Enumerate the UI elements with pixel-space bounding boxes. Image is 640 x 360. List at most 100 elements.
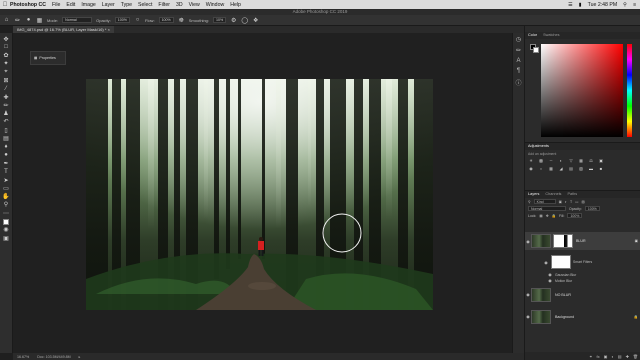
link-layers-icon[interactable]: ⚭ — [589, 354, 592, 359]
document-image[interactable] — [86, 79, 433, 310]
close-icon[interactable]: × — [108, 27, 110, 32]
app-menu[interactable]: Photoshop CC — [10, 2, 46, 8]
color-picker-field[interactable] — [541, 44, 623, 137]
levels-icon[interactable]: ▩ — [538, 158, 544, 163]
lock-pixels-icon[interactable]: ▦ — [539, 214, 542, 218]
menu-file[interactable]: File — [52, 2, 60, 8]
filter-mask-thumbnail[interactable] — [551, 255, 571, 269]
pressure-opacity-icon[interactable]: ○ — [134, 17, 141, 24]
curves-icon[interactable]: ∽ — [548, 158, 554, 163]
new-group-icon[interactable]: ▤ — [618, 354, 622, 359]
hand-tool-icon[interactable]: ✋ — [2, 193, 11, 201]
filter-row-motion-blur[interactable]: ◉ Motion Blur — [547, 278, 572, 283]
marquee-tool-icon[interactable]: □ — [2, 43, 11, 51]
zoom-level[interactable]: 16.67% — [17, 355, 29, 359]
smart-filters-row[interactable]: ◉ Smart Filters — [543, 255, 592, 269]
gradient-map-icon[interactable]: ▬ — [588, 166, 594, 171]
healing-tool-icon[interactable]: ✚ — [2, 93, 11, 101]
clock[interactable]: Tue 2:48 PM — [588, 2, 618, 8]
layer-kind-select[interactable]: Kind — [533, 199, 556, 204]
visibility-eye-icon[interactable]: ◉ — [547, 278, 553, 283]
document-tab[interactable]: IMG_4874.psd @ 16.7% (BLUR, Layer Mask/1… — [13, 26, 114, 33]
filter-shape-icon[interactable]: ▭ — [575, 200, 578, 204]
mode-select[interactable]: Normal — [62, 17, 93, 23]
menu-3d[interactable]: 3D — [176, 2, 183, 8]
layer-row-no-blur[interactable]: ◉ NO BLUR — [525, 286, 640, 303]
color-lookup-icon[interactable]: ▦ — [548, 166, 554, 171]
menu-extras-icon[interactable]: ≡ — [633, 2, 636, 8]
quick-select-tool-icon[interactable]: ✦ — [2, 60, 11, 68]
delete-layer-icon[interactable]: 🗑 — [633, 354, 638, 359]
layer-name[interactable]: NO BLUR — [555, 293, 571, 297]
layer-name[interactable]: BLUR — [576, 239, 586, 243]
menu-image[interactable]: Image — [81, 2, 95, 8]
flow-field[interactable]: 100% — [158, 17, 174, 23]
brushes-icon[interactable]: ✏ — [516, 47, 521, 54]
filter-adjustment-icon[interactable]: ◐ — [565, 200, 567, 204]
path-select-tool-icon[interactable]: ➤ — [2, 176, 11, 184]
opacity-field[interactable]: 100% — [114, 17, 130, 23]
exposure-icon[interactable]: ◐ — [558, 158, 564, 163]
menu-filter[interactable]: Filter — [158, 2, 170, 8]
new-layer-icon[interactable]: ✚ — [626, 354, 629, 359]
history-icon[interactable]: ◷ — [516, 36, 521, 43]
menu-select[interactable]: Select — [138, 2, 152, 8]
status-arrow-icon[interactable]: ▸ — [79, 355, 81, 359]
menu-window[interactable]: Window — [206, 2, 224, 8]
gradient-tool-icon[interactable]: ▤ — [2, 135, 11, 143]
tab-channels[interactable]: Channels — [545, 191, 561, 198]
tab-layers[interactable]: Layers — [528, 191, 539, 198]
visibility-eye-icon[interactable]: ◉ — [543, 260, 549, 265]
lock-all-icon[interactable]: 🔒 — [552, 214, 556, 218]
invert-icon[interactable]: ◢ — [558, 166, 564, 171]
clone-stamp-tool-icon[interactable]: ♟ — [2, 110, 11, 118]
tab-adjustments[interactable]: Adjustments — [528, 143, 549, 150]
photo-filter-icon[interactable]: ◉ — [528, 166, 534, 171]
eyedropper-tool-icon[interactable]: ⁄ — [2, 85, 11, 93]
lasso-tool-icon[interactable]: ✿ — [2, 52, 11, 60]
menu-layer[interactable]: Layer — [102, 2, 115, 8]
move-tool-icon[interactable]: ✥ — [2, 35, 11, 43]
pen-tool-icon[interactable]: ✒ — [2, 159, 11, 167]
vibrance-icon[interactable]: ▽ — [568, 158, 574, 163]
new-adjustment-icon[interactable]: ◐ — [611, 354, 613, 359]
brush-preset-icon[interactable]: ● — [25, 17, 32, 24]
smoothing-field[interactable]: 10% — [213, 17, 227, 23]
history-brush-tool-icon[interactable]: ↶ — [2, 118, 11, 126]
doc-size[interactable]: Doc: 103.5M/449.8M — [37, 355, 70, 359]
zoom-tool-icon[interactable]: ⚲ — [2, 201, 11, 209]
properties-panel[interactable]: ▦ Properties — [30, 51, 66, 65]
airbrush-icon[interactable]: ☸ — [178, 17, 185, 24]
tab-color[interactable]: Color — [528, 32, 537, 39]
search-icon[interactable]: ⚲ — [623, 2, 627, 8]
tab-swatches[interactable]: Swatches — [543, 32, 559, 39]
apple-icon[interactable]:  — [0, 2, 10, 8]
screen-mode-icon[interactable]: ▣ — [2, 234, 11, 242]
menu-edit[interactable]: Edit — [66, 2, 75, 8]
blend-mode-select[interactable]: Normal — [528, 206, 566, 211]
symmetry-icon[interactable]: ❖ — [252, 17, 259, 24]
brush-settings-icon[interactable]: ▦ — [36, 17, 43, 24]
eraser-tool-icon[interactable]: ▯ — [2, 126, 11, 134]
pressure-size-icon[interactable]: ◯ — [241, 17, 248, 24]
frame-tool-icon[interactable]: ⊠ — [2, 76, 11, 84]
shape-tool-icon[interactable]: ▭ — [2, 184, 11, 192]
brush-tool-icon[interactable]: ✏ — [2, 101, 11, 109]
color-swatches-icon[interactable] — [2, 218, 11, 226]
threshold-icon[interactable]: ▧ — [578, 166, 584, 171]
layer-mask-thumbnail[interactable] — [553, 234, 573, 248]
channel-mixer-icon[interactable]: ○ — [538, 166, 544, 171]
filter-row-gaussian-blur[interactable]: ◉ Gaussian Blur — [547, 272, 576, 277]
filter-type-icon[interactable]: T — [570, 200, 572, 204]
black-white-icon[interactable]: ▣ — [598, 158, 604, 163]
hue-slider[interactable] — [627, 44, 632, 137]
more-tools-icon[interactable]: ⋯ — [2, 209, 11, 217]
menu-help[interactable]: Help — [230, 2, 241, 8]
quick-mask-icon[interactable]: ◉ — [2, 226, 11, 234]
crop-tool-icon[interactable]: ⌖ — [2, 68, 11, 76]
layer-name[interactable]: Background — [555, 315, 574, 319]
background-swatch[interactable] — [533, 47, 539, 53]
tab-paths[interactable]: Paths — [567, 191, 577, 198]
layer-style-icon[interactable]: fx — [596, 354, 599, 359]
wifi-icon[interactable]: ☰ — [568, 2, 573, 8]
